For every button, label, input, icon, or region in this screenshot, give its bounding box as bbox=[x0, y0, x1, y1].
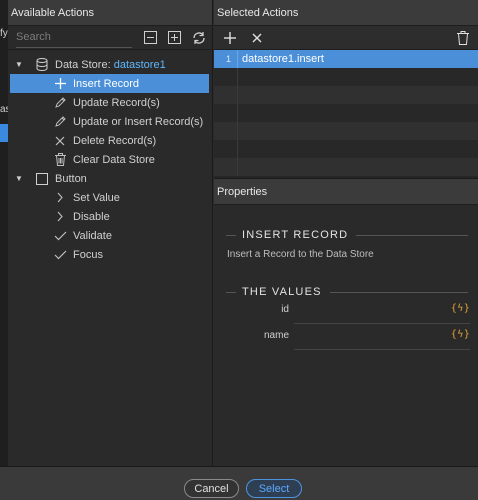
field-label: id bbox=[281, 304, 289, 315]
trash-icon bbox=[52, 153, 68, 167]
panel-title: Properties bbox=[214, 179, 478, 205]
tree-item-clear-datastore[interactable]: Clear Data Store bbox=[8, 150, 212, 169]
tree-group-datastore[interactable]: ▼ Data Store: datastore1 bbox=[8, 55, 212, 74]
selected-actions-list: 1 datastore1.insert bbox=[214, 50, 478, 176]
empty-row bbox=[214, 140, 478, 158]
tree-item-focus[interactable]: Focus bbox=[8, 245, 212, 264]
tree-item-label: Disable bbox=[73, 210, 110, 223]
pencil-icon bbox=[52, 115, 68, 129]
datastore-name: datastore1 bbox=[113, 58, 166, 71]
section-heading-text: THE VALUES bbox=[242, 286, 322, 298]
edge-text-fragment: fy bbox=[0, 28, 8, 39]
tree-item-label: Set Value bbox=[73, 191, 120, 204]
plus-icon bbox=[52, 77, 68, 91]
empty-row bbox=[214, 122, 478, 140]
cancel-button[interactable]: Cancel bbox=[184, 479, 239, 498]
tree-item-label: Insert Record bbox=[73, 77, 140, 90]
select-button[interactable]: Select bbox=[246, 479, 302, 498]
selected-actions-toolbar bbox=[214, 26, 478, 50]
tree-item-label: Clear Data Store bbox=[73, 153, 155, 166]
expand-icon bbox=[168, 31, 181, 44]
empty-row bbox=[214, 68, 478, 86]
selected-action-row[interactable]: 1 datastore1.insert bbox=[214, 50, 478, 68]
chevron-right-icon bbox=[52, 210, 68, 224]
selected-actions-panel: Selected Actions 1 datastore1.insert bbox=[214, 0, 478, 178]
empty-row bbox=[214, 86, 478, 104]
background-window-edge: fy as bbox=[0, 0, 11, 478]
refresh-button[interactable] bbox=[191, 30, 206, 45]
remove-action-button[interactable] bbox=[249, 30, 264, 45]
tree-item-label: Focus bbox=[73, 248, 103, 261]
checkbox-icon bbox=[34, 172, 50, 186]
caret-down-icon[interactable]: ▼ bbox=[15, 174, 25, 183]
tree-item-set-value[interactable]: Set Value bbox=[8, 188, 212, 207]
section-heading-insert-record: INSERT RECORD bbox=[226, 229, 468, 241]
empty-row bbox=[214, 158, 478, 176]
field-row-id: id {ϟ} bbox=[214, 298, 470, 324]
x-icon bbox=[52, 134, 68, 148]
action-text: datastore1.insert bbox=[242, 53, 324, 65]
panel-title: Selected Actions bbox=[214, 0, 478, 26]
dialog-footer: Cancel Select bbox=[0, 466, 478, 500]
caret-down-icon[interactable]: ▼ bbox=[15, 60, 25, 69]
available-actions-panel: Available Actions ▼ Data Store: datastor… bbox=[8, 0, 213, 466]
section-heading-text: INSERT RECORD bbox=[242, 229, 349, 241]
close-icon bbox=[252, 33, 261, 42]
empty-row bbox=[214, 104, 478, 122]
collapse-icon bbox=[144, 31, 157, 44]
field-label: name bbox=[263, 330, 289, 341]
properties-panel: Properties INSERT RECORD Insert a Record… bbox=[214, 178, 478, 466]
dynamic-value-icon[interactable]: {ϟ} bbox=[451, 329, 470, 340]
tree-item-label: Delete Record(s) bbox=[73, 134, 157, 147]
refresh-icon bbox=[192, 31, 205, 44]
tree-item-disable[interactable]: Disable bbox=[8, 207, 212, 226]
trash-icon bbox=[456, 30, 469, 45]
action-description: Insert a Record to the Data Store bbox=[227, 249, 374, 260]
search-row bbox=[8, 26, 212, 50]
add-action-button[interactable] bbox=[222, 30, 237, 45]
checkmark-icon bbox=[52, 248, 68, 262]
tree-item-label: Update Record(s) bbox=[73, 96, 160, 109]
expand-all-button[interactable] bbox=[167, 30, 182, 45]
tree-item-label: Update or Insert Record(s) bbox=[73, 115, 204, 128]
field-row-name: name {ϟ} bbox=[214, 324, 470, 350]
tree-item-update-or-insert[interactable]: Update or Insert Record(s) bbox=[8, 112, 212, 131]
tree-item-insert-record[interactable]: Insert Record bbox=[10, 74, 209, 93]
tree-group-button[interactable]: ▼ Button bbox=[8, 169, 212, 188]
collapse-all-button[interactable] bbox=[143, 30, 158, 45]
id-field[interactable]: {ϟ} bbox=[294, 298, 470, 324]
name-field[interactable]: {ϟ} bbox=[294, 324, 470, 350]
chevron-right-icon bbox=[52, 191, 68, 205]
search-input[interactable] bbox=[16, 27, 132, 48]
tree-group-label: Button bbox=[55, 172, 87, 185]
dynamic-value-icon[interactable]: {ϟ} bbox=[451, 303, 470, 314]
row-number: 1 bbox=[214, 50, 238, 68]
tree-item-update-records[interactable]: Update Record(s) bbox=[8, 93, 212, 112]
actions-tree: ▼ Data Store: datastore1 Insert Record U… bbox=[8, 50, 212, 264]
tree-item-validate[interactable]: Validate bbox=[8, 226, 212, 245]
delete-all-button[interactable] bbox=[455, 30, 470, 45]
checkmark-icon bbox=[52, 229, 68, 243]
tree-item-label: Validate bbox=[73, 229, 112, 242]
database-icon bbox=[34, 58, 50, 72]
tree-item-delete-records[interactable]: Delete Record(s) bbox=[8, 131, 212, 150]
plus-icon bbox=[223, 31, 236, 44]
pencil-icon bbox=[52, 96, 68, 110]
edge-selection bbox=[0, 124, 8, 142]
section-heading-values: THE VALUES bbox=[226, 286, 468, 298]
tree-group-label: Data Store: bbox=[55, 58, 111, 71]
panel-title: Available Actions bbox=[8, 0, 212, 26]
